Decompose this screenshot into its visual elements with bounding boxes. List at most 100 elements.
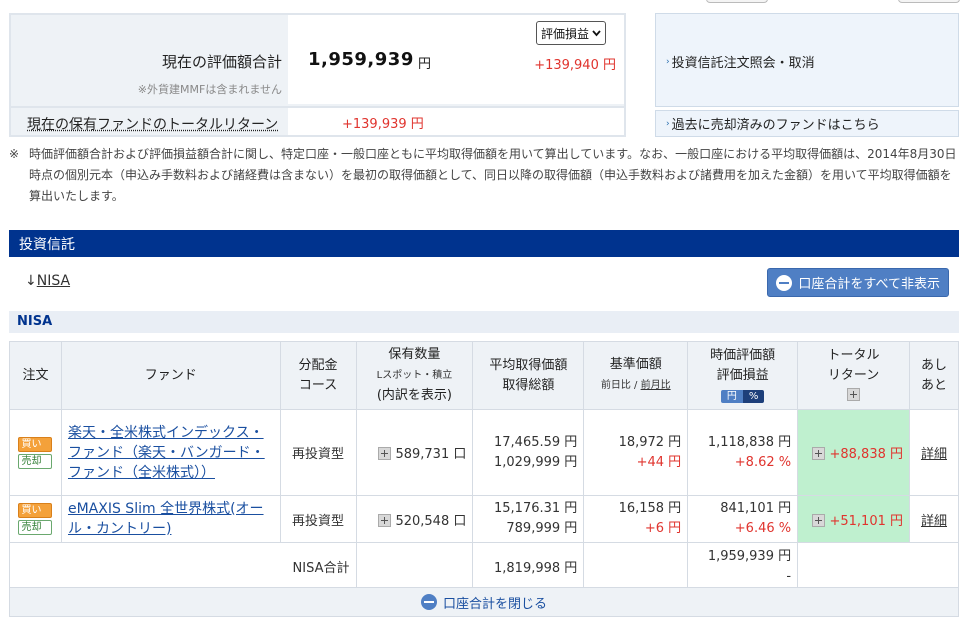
unit-toggle: 円% xyxy=(720,389,765,403)
col-total-return-label-1: トータル xyxy=(827,347,880,363)
eval-total-value-cell: 評価損益 1,959,939 円 +139,940 円 xyxy=(288,15,624,104)
fund-link[interactable]: eMAXIS Slim 全世界株式(オール・カントリー) xyxy=(68,501,264,537)
nisa-total-cost: 1,819,998 円 xyxy=(494,561,578,576)
col-total-return-label-2: リターン xyxy=(827,367,880,383)
toggle-percent[interactable]: % xyxy=(742,389,765,403)
nisa-total-market-value: 1,959,939 円 xyxy=(707,548,792,564)
base-change-value: +6 円 xyxy=(644,521,682,536)
col-base-price-label: 基準価額 xyxy=(609,357,662,372)
mmf-note: ※外貨建MMFは含まれません xyxy=(137,83,282,96)
quantity-cell: 589,731 口 xyxy=(355,409,474,496)
close-totals-label: 口座合計を閉じる xyxy=(442,596,547,612)
fund-link[interactable]: 楽天・全米株式インデックス・ファンド（楽天・バンガード・ファンド（全米株式）） xyxy=(68,425,265,481)
course-cell: 再投資型 xyxy=(279,409,357,496)
col-quantity: 保有数量 Lスポット・積立 (内訳を表示) xyxy=(355,341,474,410)
history-cell: 詳細 xyxy=(909,495,959,543)
col-market-value: 時価評価額 評価損益 円% xyxy=(687,341,799,410)
sell-button[interactable]: 売却 xyxy=(18,520,53,535)
chevron-down-icon xyxy=(592,29,601,36)
minus-circle-icon xyxy=(776,274,793,291)
detail-link[interactable]: 詳細 xyxy=(921,447,947,462)
avg-price-value: 17,465.59 円 xyxy=(494,434,578,450)
nisa-total-mv-cell: 1,959,939 円 - xyxy=(687,542,799,591)
order-inquiry-link[interactable]: › 投資信託注文照会・取消 xyxy=(666,52,815,71)
nisa-total-empty-cell xyxy=(797,542,959,591)
down-arrow-icon: ↓ xyxy=(25,273,37,289)
col-fund: ファンド xyxy=(60,341,281,410)
col-avg-price-label: 平均取得価額 xyxy=(489,357,568,373)
detail-link[interactable]: 詳細 xyxy=(921,514,947,529)
order-cell: 買い 売却 xyxy=(9,409,62,496)
total-return-value: +139,939 円 xyxy=(342,117,424,132)
base-price-value: 16,158 円 xyxy=(618,501,682,516)
nisa-account-label: NISA xyxy=(9,311,959,333)
expand-plus-icon[interactable] xyxy=(847,387,861,401)
col-quantity-label: 保有数量 xyxy=(388,347,441,362)
quantity-value: 589,731 口 xyxy=(395,447,467,462)
total-cost-value: 1,029,999 円 xyxy=(494,454,578,470)
avg-price-cell: 17,465.59 円 1,029,999 円 xyxy=(472,409,585,496)
eval-total-label: 現在の評価額合計 xyxy=(161,53,282,71)
valuation-summary: 現在の評価額合計 ※外貨建MMFは含まれません 評価損益 1,959,939 円… xyxy=(9,13,626,137)
offscreen-button-edge[interactable] xyxy=(706,0,768,3)
nisa-total-row: NISA合計 1,819,998 円 1,959,939 円 - xyxy=(9,542,959,591)
profit-loss-pct: +8.62 % xyxy=(734,454,792,470)
toggle-yen[interactable]: 円 xyxy=(720,389,743,403)
total-return-cell: +51,101 円 xyxy=(797,495,910,543)
prev-month-link[interactable]: 前月比 xyxy=(641,380,671,391)
offscreen-button-edge[interactable] xyxy=(898,0,960,3)
total-return-label[interactable]: 現在の保有ファンドのトータルリターン xyxy=(27,114,278,134)
table-row: 買い 売却 楽天・全米株式インデックス・ファンド（楽天・バンガード・ファンド（全… xyxy=(9,409,959,496)
section-title: 投資信託 xyxy=(9,230,959,257)
sub-separator: / xyxy=(630,380,641,391)
note-text: 時価評価額合計および評価損益額合計に関し、特定口座・一般口座ともに平均取得価額を… xyxy=(29,147,957,203)
col-fund-label: ファンド xyxy=(144,367,197,383)
nisa-total-label: NISA合計 xyxy=(292,561,350,576)
hide-all-totals-button[interactable]: 口座合計をすべて非表示 xyxy=(767,268,949,297)
profit-loss-pct: +6.46 % xyxy=(734,521,792,536)
nisa-total-base-cell xyxy=(583,542,689,591)
avg-price-cell: 15,176.31 円 789,999 円 xyxy=(472,495,585,543)
profit-type-select[interactable]: 評価損益 xyxy=(536,21,607,45)
col-order: 注文 xyxy=(9,341,62,410)
total-cost-value: 789,999 円 xyxy=(506,521,578,536)
base-price-cell: 16,158 円 +6 円 xyxy=(583,495,689,543)
buy-button[interactable]: 買い xyxy=(18,436,53,452)
col-distribution: 分配金 コース xyxy=(279,341,357,410)
nisa-total-qty-cell xyxy=(355,542,474,591)
expand-plus-icon[interactable] xyxy=(812,447,826,460)
nisa-total-cost-cell: 1,819,998 円 xyxy=(472,542,585,591)
expand-plus-icon[interactable] xyxy=(378,447,392,460)
prev-day-label: 前日比 xyxy=(600,380,631,391)
course-cell: 再投資型 xyxy=(279,495,357,543)
col-order-label: 注文 xyxy=(22,367,49,383)
nisa-total-label-cell: NISA合計 xyxy=(9,542,357,591)
col-distribution-label-1: 分配金 xyxy=(298,357,338,373)
profit-loss-value: +139,940 円 xyxy=(534,58,616,73)
sold-funds-box: › 過去に売却済みのファンドはこちら xyxy=(655,110,959,137)
note-mark: ※ xyxy=(9,147,20,161)
buy-button[interactable]: 買い xyxy=(18,503,53,518)
sell-button[interactable]: 売却 xyxy=(18,453,53,469)
col-avg-price: 平均取得価額 取得総額 xyxy=(472,341,585,410)
close-totals-button[interactable]: 口座合計を閉じる xyxy=(9,587,959,617)
col-profit-loss-label: 評価損益 xyxy=(716,367,769,383)
fund-cell: 楽天・全米株式インデックス・ファンド（楽天・バンガード・ファンド（全米株式）） xyxy=(60,409,281,496)
expand-plus-icon[interactable] xyxy=(378,513,392,527)
expand-plus-icon[interactable] xyxy=(812,513,826,527)
eval-total-unit: 円 xyxy=(418,57,432,72)
fund-cell: eMAXIS Slim 全世界株式(オール・カントリー) xyxy=(60,495,281,543)
col-history-label-1: あし xyxy=(920,357,947,373)
col-base-price: 基準価額 前日比 / 前月比 xyxy=(583,341,689,410)
col-market-value-label: 時価評価額 xyxy=(710,347,776,363)
nisa-anchor-link[interactable]: ↓NISA xyxy=(25,273,70,289)
nisa-total-pl: - xyxy=(786,568,792,584)
base-price-value: 18,972 円 xyxy=(618,434,682,450)
eval-total-label-cell: 現在の評価額合計 ※外貨建MMFは含まれません xyxy=(11,15,288,104)
sold-funds-link[interactable]: › 過去に売却済みのファンドはこちら xyxy=(666,114,880,133)
total-return-value-cell: +139,939 円 xyxy=(288,106,624,135)
avg-price-value: 15,176.31 円 xyxy=(494,501,578,516)
market-value: 841,101 円 xyxy=(720,501,792,516)
show-breakdown-link[interactable]: (内訳を表示) xyxy=(377,388,452,403)
eval-total-value: 1,959,939 xyxy=(308,49,414,70)
